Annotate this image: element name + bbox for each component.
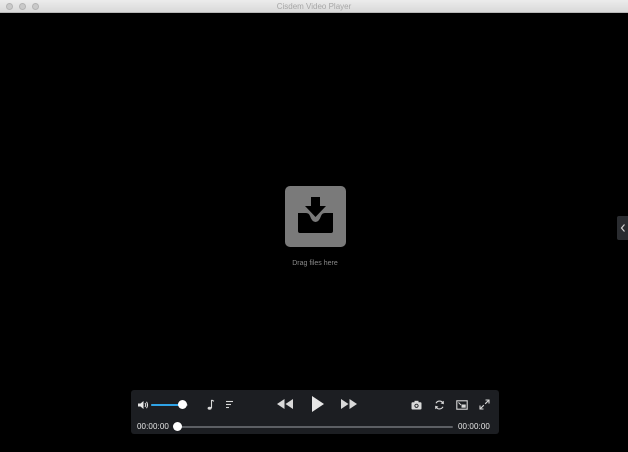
window-title: Cisdem Video Player [276, 2, 352, 11]
total-time: 00:00:00 [458, 422, 490, 431]
volume-slider-handle[interactable] [177, 400, 187, 409]
seek-bar[interactable] [177, 426, 453, 428]
drop-files-icon[interactable] [285, 186, 346, 247]
play-icon [312, 396, 324, 412]
volume-icon[interactable] [137, 399, 149, 411]
camera-icon[interactable] [411, 400, 422, 410]
playback-control-bar: 00:00:00 00:00:00 [131, 390, 499, 434]
side-panel-toggle[interactable] [617, 216, 628, 240]
window-titlebar: Cisdem Video Player [0, 0, 628, 13]
rotate-icon[interactable] [434, 399, 445, 411]
rewind-icon[interactable] [276, 398, 294, 410]
play-button[interactable] [311, 395, 325, 413]
pip-icon[interactable] [456, 400, 468, 410]
current-time: 00:00:00 [137, 422, 169, 431]
chevron-left-icon [620, 224, 625, 232]
playlist-icon[interactable] [225, 400, 234, 410]
seek-bar-handle[interactable] [172, 422, 182, 431]
fullscreen-icon[interactable] [479, 399, 490, 410]
drop-files-label: Drag files here [292, 260, 338, 267]
music-note-icon[interactable] [205, 399, 215, 411]
fast-forward-icon[interactable] [340, 398, 358, 410]
